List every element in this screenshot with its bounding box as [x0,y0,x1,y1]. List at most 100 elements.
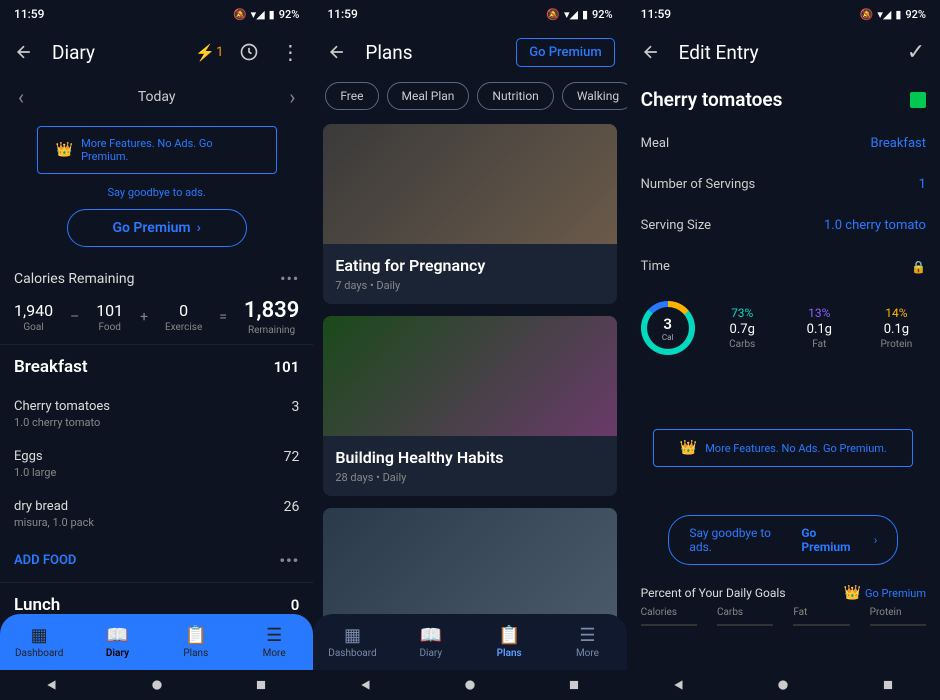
chip-mealplan[interactable]: Meal Plan [387,82,470,110]
dashboard-icon: ▦ [31,625,48,646]
servings-field[interactable]: Number of Servings1 [627,164,940,205]
nav-diary[interactable]: 📖Diary [392,614,470,670]
bolt-icon: ⚡ [195,43,215,62]
streak-button[interactable]: ⚡1 [197,40,221,64]
nav-diary[interactable]: 📖Diary [78,614,156,670]
serving-size-field[interactable]: Serving Size1.0 cherry tomato [627,205,940,246]
field-value: Breakfast [870,136,926,151]
nav-more[interactable]: ☰More [548,614,626,670]
android-recent[interactable] [881,678,895,692]
plan-card[interactable]: Eating for Pregnancy7 days • Daily [323,124,616,304]
protein-col: 14%0.1gProtein [867,306,926,350]
battery-pct: 92% [592,8,613,21]
more-button[interactable]: ⋮ [277,40,301,64]
goal-label: Protein [870,607,902,618]
history-button[interactable] [237,40,261,64]
goal-label: Goal [14,322,53,333]
field-label: Serving Size [641,218,711,233]
meal-title: Breakfast [14,357,88,377]
chip-nutrition[interactable]: Nutrition [477,82,553,110]
calories-more-button[interactable]: ••• [280,269,299,288]
premium-promo[interactable]: 👑 More Features. No Ads. Go Premium. [37,126,277,174]
goal-track [793,624,849,626]
page-title: Diary [52,41,181,64]
plans-icon: 📋 [498,625,520,646]
minus-op: – [70,309,79,325]
plans-list[interactable]: Eating for Pregnancy7 days • Daily Build… [313,116,626,700]
diary-icon: 📖 [106,625,128,646]
wifi-icon: ▾◢ [251,8,265,21]
meal-more-button[interactable]: ••• [279,551,299,570]
android-back[interactable] [359,678,373,692]
plan-card[interactable] [323,508,616,628]
macro-grams: 0.1g [867,322,926,337]
android-back[interactable] [45,678,59,692]
food-item[interactable]: Eggs1.0 large72 [0,439,313,489]
plan-card[interactable]: Building Healthy Habits28 days • Daily [323,316,616,496]
macro-pct: 13% [790,306,849,320]
food-item[interactable]: Cherry tomatoes1.0 cherry tomato3 [0,389,313,439]
plan-image [323,124,616,244]
goal-col: Fat [793,607,849,626]
exercise-label: Exercise [165,322,202,333]
status-icons: 🔕▾◢▮92% [860,8,926,21]
confirm-button[interactable]: ✓ [904,40,928,64]
nav-dashboard[interactable]: ▦Dashboard [0,614,78,670]
chip-free[interactable]: Free [325,82,378,110]
android-recent[interactable] [254,678,268,692]
android-home[interactable] [150,678,164,692]
prev-day-button[interactable]: ‹ [18,85,24,109]
food-item[interactable]: dry breadmisura, 1.0 pack26 [0,489,313,539]
meal-title: Lunch [14,595,60,615]
add-food-label: ADD FOOD [14,553,76,568]
nav-more[interactable]: ☰More [235,614,313,670]
android-back[interactable] [672,678,686,692]
ring-value: 3 [663,315,672,333]
go-premium-button[interactable]: Say goodbye to ads. Go Premium › [668,515,898,565]
android-home[interactable] [463,678,477,692]
plan-title: Building Healthy Habits [335,448,604,467]
back-button[interactable] [12,40,36,64]
breakfast-header[interactable]: Breakfast 101 [0,344,313,389]
time-field[interactable]: Time🔒 [627,246,940,287]
add-food-breakfast[interactable]: ADD FOOD ••• [0,539,313,582]
goodbye-text: Say goodbye to ads. [0,186,313,199]
ring-label: Cal [662,333,674,342]
nav-plans[interactable]: 📋Plans [157,614,235,670]
goals-premium-link[interactable]: 👑Go Premium [844,585,926,601]
back-button[interactable] [325,40,349,64]
food-desc: misura, 1.0 pack [14,516,94,529]
nav-dashboard[interactable]: ▦Dashboard [313,614,391,670]
android-nav [0,670,313,700]
food-cal: 3 [291,399,299,429]
go-premium-button[interactable]: Go Premium [516,38,614,67]
android-recent[interactable] [567,678,581,692]
meal-field[interactable]: MealBreakfast [627,123,940,164]
status-time: 11:59 [327,7,357,21]
battery-pct: 92% [279,8,300,21]
next-day-button[interactable]: › [289,85,295,109]
bottom-nav: ▦Dashboard 📖Diary 📋Plans ☰More [0,614,313,670]
promo-text: More Features. No Ads. Go Premium. [705,442,887,455]
status-bar: 11:59 🔕▾◢▮92% [627,0,940,28]
premium-promo[interactable]: 👑 More Features. No Ads. Go Premium. [653,429,913,467]
plans-screen: 11:59 🔕▾◢▮92% Plans Go Premium Free Meal… [313,0,626,700]
goals-prem-label: Go Premium [865,587,926,600]
goodbye-prefix: Say goodbye to ads. [689,526,795,554]
current-date[interactable]: Today [138,89,176,105]
field-label: Time [641,259,670,274]
silent-icon: 🔕 [546,8,560,21]
nav-label: Diary [419,648,442,659]
macro-name: Fat [790,339,849,350]
goal-label: Calories [641,607,677,618]
android-home[interactable] [776,678,790,692]
chip-walking[interactable]: Walking [562,82,627,110]
field-value: 1 [919,177,926,192]
go-premium-button[interactable]: Go Premium › [67,209,247,247]
nav-plans[interactable]: 📋Plans [470,614,548,670]
back-button[interactable] [639,40,663,64]
calories-section: Calories Remaining ••• 1,940Goal – 101Fo… [0,257,313,344]
macro-summary: 3Cal 73%0.7gCarbs 13%0.1gFat 14%0.1gProt… [627,287,940,369]
goal-bars: Calories Carbs Fat Protein [627,607,940,632]
page-title: Edit Entry [679,41,888,64]
